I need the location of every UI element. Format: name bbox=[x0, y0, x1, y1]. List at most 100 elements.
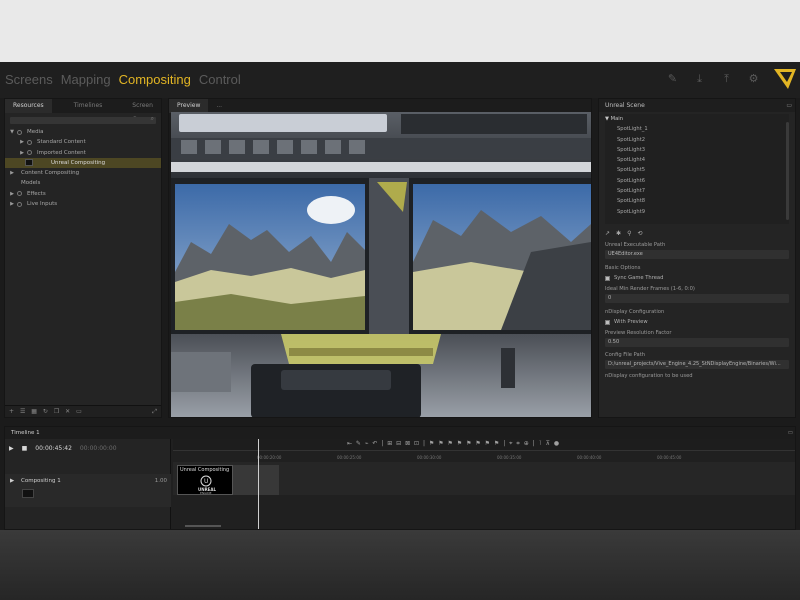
track-header-compositing[interactable]: ▶ Compositing 1 1.00 bbox=[5, 474, 171, 507]
folder-icon bbox=[27, 150, 32, 156]
play-icon[interactable]: ▶ bbox=[9, 445, 14, 452]
header-icons: ✎ ⤓ ⤒ ⚙ bbox=[666, 72, 760, 85]
list-icon[interactable]: ☰ bbox=[20, 406, 25, 417]
outliner-item[interactable]: SpotLight2 bbox=[605, 135, 789, 145]
min-render-field[interactable]: 0 bbox=[605, 294, 789, 303]
add-icon[interactable]: + bbox=[9, 406, 14, 417]
timeline-scrollbar[interactable] bbox=[185, 525, 221, 527]
outliner-tools: ↗ ✱ ⚲ ⟲ bbox=[605, 230, 789, 238]
config-path-label: Config File Path bbox=[605, 352, 646, 358]
stop-icon[interactable]: ■ bbox=[22, 445, 28, 452]
mode-tabs: Screens Mapping Compositing Control bbox=[5, 72, 241, 87]
outliner-item[interactable]: SpotLight8 bbox=[605, 196, 789, 206]
tree-item-media[interactable]: ▼ Media bbox=[5, 127, 161, 137]
chevron-right-icon[interactable]: ▶ bbox=[10, 478, 14, 484]
outliner-item[interactable]: SpotLight4 bbox=[605, 155, 789, 165]
tab-resources[interactable]: Resources bbox=[5, 99, 52, 113]
tree-item-standard-content[interactable]: ▶ Standard Content bbox=[5, 137, 161, 147]
timeline-panel: Timeline 1 ▭ ▶ ■ 00:00:45:42 00:00:00:00… bbox=[4, 426, 796, 530]
outliner-item-main[interactable]: ▼ Main bbox=[605, 114, 789, 124]
tab-screen-groups[interactable]: Screen Groups bbox=[124, 99, 161, 123]
ruler-tick: 00:00:40:00 bbox=[577, 455, 602, 460]
scene-outliner: ▼ Main SpotLight_1 SpotLight2 SpotLight3… bbox=[605, 114, 789, 224]
expand-icon[interactable]: ⤢ bbox=[152, 406, 157, 417]
timecode-total: 00:00:00:00 bbox=[79, 444, 117, 452]
maximize-icon[interactable]: ▭ bbox=[788, 427, 793, 439]
chevron-right-icon[interactable]: ▶ bbox=[9, 199, 15, 209]
clip-logo-line2: ENGINE bbox=[200, 491, 212, 495]
tab-preview[interactable]: Preview bbox=[169, 99, 209, 113]
checkbox-icon bbox=[605, 319, 610, 325]
upload-icon[interactable]: ⤒ bbox=[720, 72, 733, 85]
tree-item-unreal-compositing[interactable]: Unreal Compositing bbox=[5, 157, 161, 169]
clip-extension[interactable] bbox=[233, 465, 279, 495]
chevron-right-icon[interactable]: ▶ bbox=[19, 148, 25, 158]
chevron-right-icon[interactable]: ▶ bbox=[9, 189, 15, 199]
folder-icon bbox=[17, 129, 22, 135]
preview-resolution-label: Preview Resolution Factor bbox=[605, 330, 672, 336]
outliner-item[interactable]: SpotLight6 bbox=[605, 176, 789, 186]
tree-item-imported-content[interactable]: ▶ Imported Content bbox=[5, 148, 161, 158]
track-opacity[interactable]: 1.00 bbox=[155, 478, 167, 484]
timeline-tools[interactable]: ⇤ ✎ ⌁ ↶ | ⊞ ⊟ ⊠ ⊡ | ⚑ ⚑ ⚑ ⚑ ⚑ ⚑ ⚑ ⚑ | ⌖ … bbox=[347, 440, 560, 448]
tree-item-content-compositing[interactable]: ▶ Content Compositing bbox=[5, 168, 161, 178]
preview-resolution-field[interactable]: 0.50 bbox=[605, 338, 789, 347]
outliner-item[interactable]: SpotLight_1 bbox=[605, 124, 789, 134]
preview-viewport[interactable] bbox=[171, 112, 591, 417]
refresh-icon[interactable]: ↻ bbox=[43, 406, 48, 417]
mode-tab-control[interactable]: Control bbox=[199, 72, 241, 87]
timeline-ruler[interactable]: ⇤ ✎ ⌁ ↶ | ⊞ ⊟ ⊠ ⊡ | ⚑ ⚑ ⚑ ⚑ ⚑ ⚑ ⚑ ⚑ | ⌖ … bbox=[173, 439, 795, 451]
display-config-heading: nDisplay Configuration bbox=[605, 309, 665, 315]
tree-item-live-inputs[interactable]: ▶ Live Inputs bbox=[5, 199, 161, 209]
link-icon[interactable]: ↗ bbox=[605, 230, 610, 238]
timeline-title[interactable]: Timeline 1 bbox=[11, 427, 40, 439]
star-icon[interactable]: ✱ bbox=[616, 230, 621, 238]
executable-field[interactable]: UE4Editor.exe bbox=[605, 250, 789, 259]
resources-panel: Resources Timelines Screen Groups ⌕ ▼ Me… bbox=[4, 98, 162, 418]
tab-preview-more[interactable]: ... bbox=[208, 99, 230, 113]
pin-icon[interactable]: ✎ bbox=[666, 72, 679, 85]
outliner-item[interactable]: SpotLight9 bbox=[605, 207, 789, 217]
basic-options-heading: Basic Options bbox=[605, 265, 641, 271]
settings-icon[interactable]: ⚙ bbox=[747, 72, 760, 85]
track-lane[interactable]: Unreal Compositing U UNREAL ENGINE bbox=[173, 462, 795, 495]
playhead[interactable] bbox=[258, 439, 259, 529]
resource-search-input[interactable]: ⌕ bbox=[10, 115, 156, 124]
search-icon: ⌕ bbox=[150, 115, 154, 122]
outliner-item[interactable]: SpotLight3 bbox=[605, 145, 789, 155]
with-preview-checkbox[interactable]: With Preview bbox=[605, 318, 789, 326]
chevron-right-icon[interactable]: ▶ bbox=[9, 168, 15, 178]
preview-tabs: Preview ... bbox=[169, 99, 591, 113]
tree-item-models[interactable]: Models bbox=[5, 178, 161, 188]
sync-game-thread-checkbox[interactable]: Sync Game Thread bbox=[605, 274, 789, 282]
outliner-item[interactable]: SpotLight7 bbox=[605, 186, 789, 196]
resources-toolbar: + ☰ ▦ ↻ ❐ ✕ ▭ ⤢ bbox=[5, 405, 161, 417]
filter-icon[interactable]: ⚲ bbox=[627, 230, 631, 238]
timeline-track-headers: ▶ ■ 00:00:45:42 00:00:00:00 ▶ Compositin… bbox=[5, 439, 171, 529]
folder-icon bbox=[17, 191, 22, 197]
chevron-down-icon[interactable]: ▼ bbox=[9, 127, 15, 137]
timeline-clip[interactable]: Unreal Compositing U UNREAL ENGINE bbox=[177, 465, 233, 495]
resources-tabs: Resources Timelines Screen Groups bbox=[5, 99, 161, 123]
tree-item-effects[interactable]: ▶ Effects bbox=[5, 189, 161, 199]
outliner-scrollbar[interactable] bbox=[786, 122, 789, 220]
mode-tab-compositing[interactable]: Compositing bbox=[119, 72, 191, 87]
outliner-item[interactable]: SpotLight5 bbox=[605, 165, 789, 175]
maximize-icon[interactable]: ▭ bbox=[786, 99, 792, 112]
checkbox-icon bbox=[605, 275, 610, 281]
download-icon[interactable]: ⤓ bbox=[693, 72, 706, 85]
mode-tab-screens[interactable]: Screens bbox=[5, 72, 53, 87]
copy-icon[interactable]: ❐ bbox=[54, 406, 59, 417]
grid-icon[interactable]: ▦ bbox=[31, 406, 37, 417]
chevron-right-icon[interactable]: ▶ bbox=[19, 137, 25, 147]
folder-icon[interactable]: ▭ bbox=[76, 406, 82, 417]
app-logo-icon bbox=[774, 69, 796, 89]
config-path-field[interactable]: D:/unreal_projects/Vive_Engine_4.25_StND… bbox=[605, 360, 789, 369]
tab-timelines[interactable]: Timelines bbox=[66, 99, 111, 113]
mode-tab-mapping[interactable]: Mapping bbox=[61, 72, 111, 87]
reset-icon[interactable]: ⟲ bbox=[637, 230, 642, 238]
delete-icon[interactable]: ✕ bbox=[65, 406, 70, 417]
min-render-label: Ideal Min Render Frames (1-6, 0:0) bbox=[605, 286, 695, 292]
ruler-tick: 00:00:20:00 bbox=[257, 455, 282, 460]
unreal-scene-panel: Unreal Scene ▭ ▼ Main SpotLight_1 SpotLi… bbox=[598, 98, 796, 418]
